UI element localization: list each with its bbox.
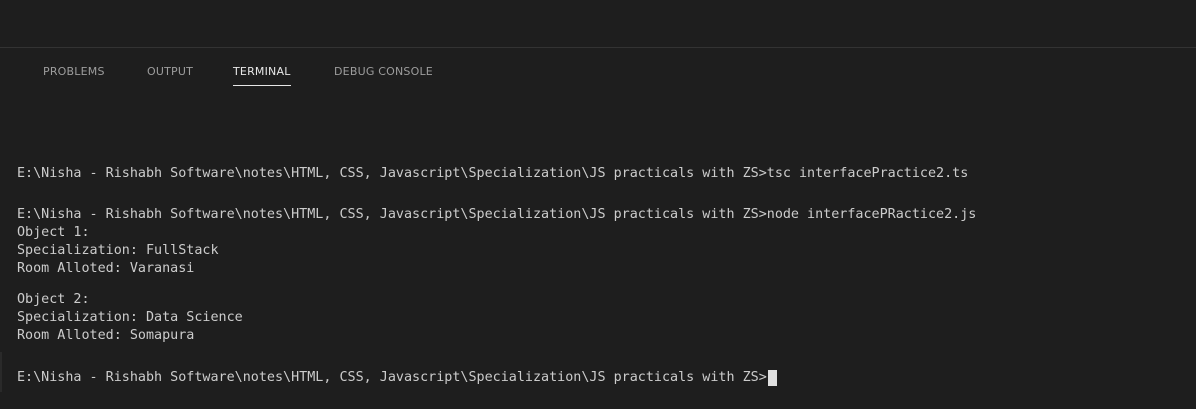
active-tab-indicator — [233, 85, 291, 86]
tab-debug-console[interactable]: DEBUG CONSOLE — [334, 65, 433, 89]
terminal-output[interactable]: E:\Nisha - Rishabh Software\notes\HTML, … — [0, 96, 1196, 409]
tab-terminal-label: TERMINAL — [233, 65, 291, 78]
panel-tabs: PROBLEMS OUTPUT TERMINAL DEBUG CONSOLE — [0, 48, 1196, 96]
terminal-prompt: E:\Nisha - Rishabh Software\notes\HTML, … — [17, 370, 767, 385]
panel-side-edge — [0, 352, 2, 392]
terminal-line: E:\Nisha - Rishabh Software\notes\HTML, … — [17, 207, 977, 222]
editor-area-strip — [0, 0, 1196, 47]
terminal-line: Object 1: — [17, 225, 90, 240]
tab-terminal[interactable]: TERMINAL — [233, 65, 291, 89]
terminal-line: Specialization: FullStack — [17, 243, 219, 258]
terminal-line: E:\Nisha - Rishabh Software\notes\HTML, … — [17, 166, 969, 181]
terminal-panel: PROBLEMS OUTPUT TERMINAL DEBUG CONSOLE E… — [0, 0, 1196, 409]
terminal-line: Room Alloted: Somapura — [17, 328, 195, 343]
tab-output-label: OUTPUT — [147, 65, 194, 78]
tab-debug-console-label: DEBUG CONSOLE — [334, 65, 433, 78]
terminal-line: Specialization: Data Science — [17, 310, 243, 325]
terminal-prompt-line: E:\Nisha - Rishabh Software\notes\HTML, … — [17, 370, 777, 386]
tab-problems-label: PROBLEMS — [43, 65, 105, 78]
terminal-line: Object 2: — [17, 292, 90, 307]
terminal-cursor — [767, 370, 777, 386]
tab-problems[interactable]: PROBLEMS — [43, 65, 105, 89]
terminal-line: Room Alloted: Varanasi — [17, 261, 195, 276]
tab-output[interactable]: OUTPUT — [147, 65, 193, 89]
